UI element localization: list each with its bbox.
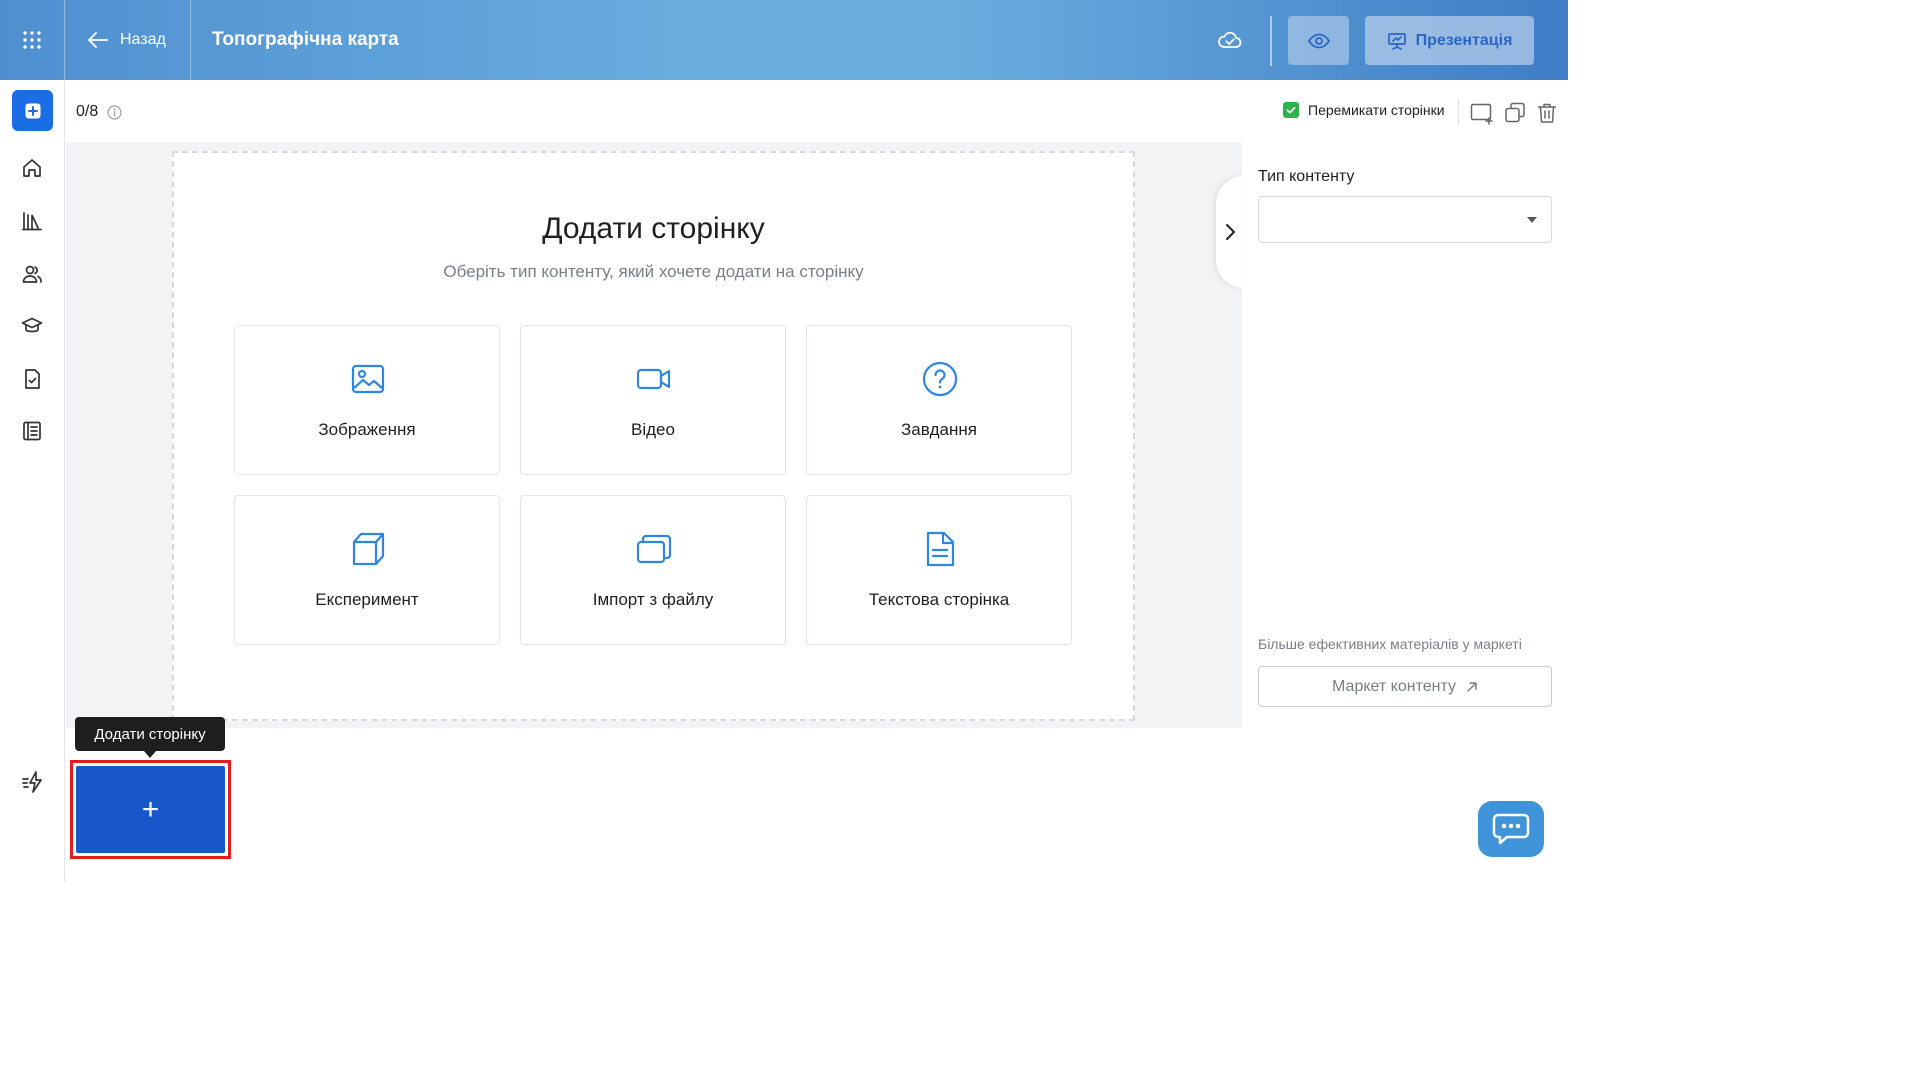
card-label: Завдання bbox=[901, 420, 977, 439]
apps-grid-button[interactable] bbox=[0, 0, 65, 80]
caret-down-icon bbox=[1527, 217, 1537, 223]
card-label: Текстова сторінка bbox=[868, 590, 1010, 609]
presentation-icon bbox=[1387, 32, 1406, 50]
sidebar-item-journal[interactable] bbox=[18, 417, 46, 445]
apps-grid-icon bbox=[23, 31, 41, 49]
presentation-button[interactable]: Презентація bbox=[1365, 16, 1534, 65]
page-counter-value: 0/8 bbox=[76, 103, 99, 120]
content-type-select[interactable] bbox=[1258, 196, 1552, 243]
text-page-icon bbox=[926, 531, 955, 567]
switch-pages-label: Перемикати сторінки bbox=[1308, 102, 1445, 118]
panel-collapse-toggle[interactable] bbox=[1216, 176, 1244, 288]
content-type-label: Тип контенту bbox=[1258, 168, 1355, 185]
image-icon bbox=[351, 364, 385, 394]
preview-button[interactable] bbox=[1288, 16, 1349, 65]
page-title: Додати сторінку bbox=[542, 212, 765, 245]
toolbar-divider bbox=[1458, 98, 1459, 126]
support-chat-button[interactable] bbox=[1478, 801, 1544, 857]
graduation-cap-icon bbox=[21, 317, 43, 333]
card-label: Експеримент bbox=[315, 590, 419, 609]
header-divider bbox=[1270, 16, 1272, 66]
page-subtitle: Оберіть тип контенту, який хочете додати… bbox=[443, 262, 864, 281]
question-icon bbox=[922, 361, 958, 397]
sidebar-item-courses[interactable] bbox=[18, 312, 46, 340]
quick-actions-icon[interactable] bbox=[21, 770, 45, 794]
import-file-icon bbox=[636, 534, 672, 564]
sidebar-create-button[interactable] bbox=[12, 90, 53, 131]
left-sidebar bbox=[0, 80, 65, 882]
add-page-icon[interactable] bbox=[1470, 101, 1494, 125]
library-icon bbox=[22, 212, 42, 231]
content-card-import[interactable]: Імпорт з файлу bbox=[520, 495, 786, 645]
eye-icon bbox=[1307, 33, 1330, 48]
content-card-task[interactable]: Завдання bbox=[806, 325, 1072, 475]
content-market-button[interactable]: Маркет контенту bbox=[1258, 666, 1552, 707]
market-note: Більше ефективних матеріалів у маркеті bbox=[1258, 636, 1522, 652]
add-page-button[interactable]: + bbox=[76, 766, 225, 853]
switch-pages-toggle[interactable]: Перемикати сторінки bbox=[1283, 102, 1445, 118]
document-check-icon bbox=[25, 369, 40, 389]
app-root: Назад Топографічна карта Презентація 0/8… bbox=[0, 0, 1568, 882]
chat-icon bbox=[1492, 813, 1530, 845]
plus-square-icon bbox=[25, 103, 40, 118]
journal-icon bbox=[23, 421, 41, 441]
external-arrow-icon bbox=[1467, 681, 1477, 692]
video-icon bbox=[636, 368, 671, 390]
back-button[interactable]: Назад bbox=[66, 0, 191, 80]
top-header: Назад Топографічна карта Презентація bbox=[0, 0, 1568, 80]
chevron-right-icon bbox=[1226, 224, 1235, 240]
cube-icon bbox=[352, 532, 385, 566]
back-label: Назад bbox=[120, 31, 166, 48]
add-page-tooltip: Додати сторінку bbox=[75, 717, 225, 751]
card-label: Відео bbox=[631, 420, 675, 439]
content-card-video[interactable]: Відео bbox=[520, 325, 786, 475]
tooltip-tail bbox=[144, 751, 156, 758]
checkmark-icon bbox=[1286, 106, 1296, 114]
sidebar-item-tasks[interactable] bbox=[18, 365, 46, 393]
card-label: Імпорт з файлу bbox=[592, 590, 714, 609]
card-label: Зображення bbox=[318, 420, 416, 439]
content-market-label: Маркет контенту bbox=[1332, 677, 1456, 695]
users-icon bbox=[22, 265, 42, 283]
document-title: Топографічна карта bbox=[212, 29, 399, 50]
duplicate-icon[interactable] bbox=[1503, 101, 1527, 125]
switch-pages-checkbox[interactable] bbox=[1283, 102, 1299, 118]
presentation-label: Презентація bbox=[1415, 31, 1513, 49]
trash-icon[interactable] bbox=[1535, 101, 1559, 125]
content-card-image[interactable]: Зображення bbox=[234, 325, 500, 475]
home-icon bbox=[23, 159, 41, 177]
content-card-experiment[interactable]: Експеримент bbox=[234, 495, 500, 645]
arrow-left-icon bbox=[88, 32, 108, 48]
content-card-text-page[interactable]: Текстова сторінка bbox=[806, 495, 1072, 645]
sidebar-item-library[interactable] bbox=[18, 207, 46, 235]
page-counter: 0/8 bbox=[76, 103, 122, 121]
sidebar-item-users[interactable] bbox=[18, 260, 46, 288]
sidebar-item-home[interactable] bbox=[18, 154, 46, 182]
info-icon[interactable] bbox=[107, 104, 122, 120]
cloud-saved-icon bbox=[1218, 31, 1242, 48]
